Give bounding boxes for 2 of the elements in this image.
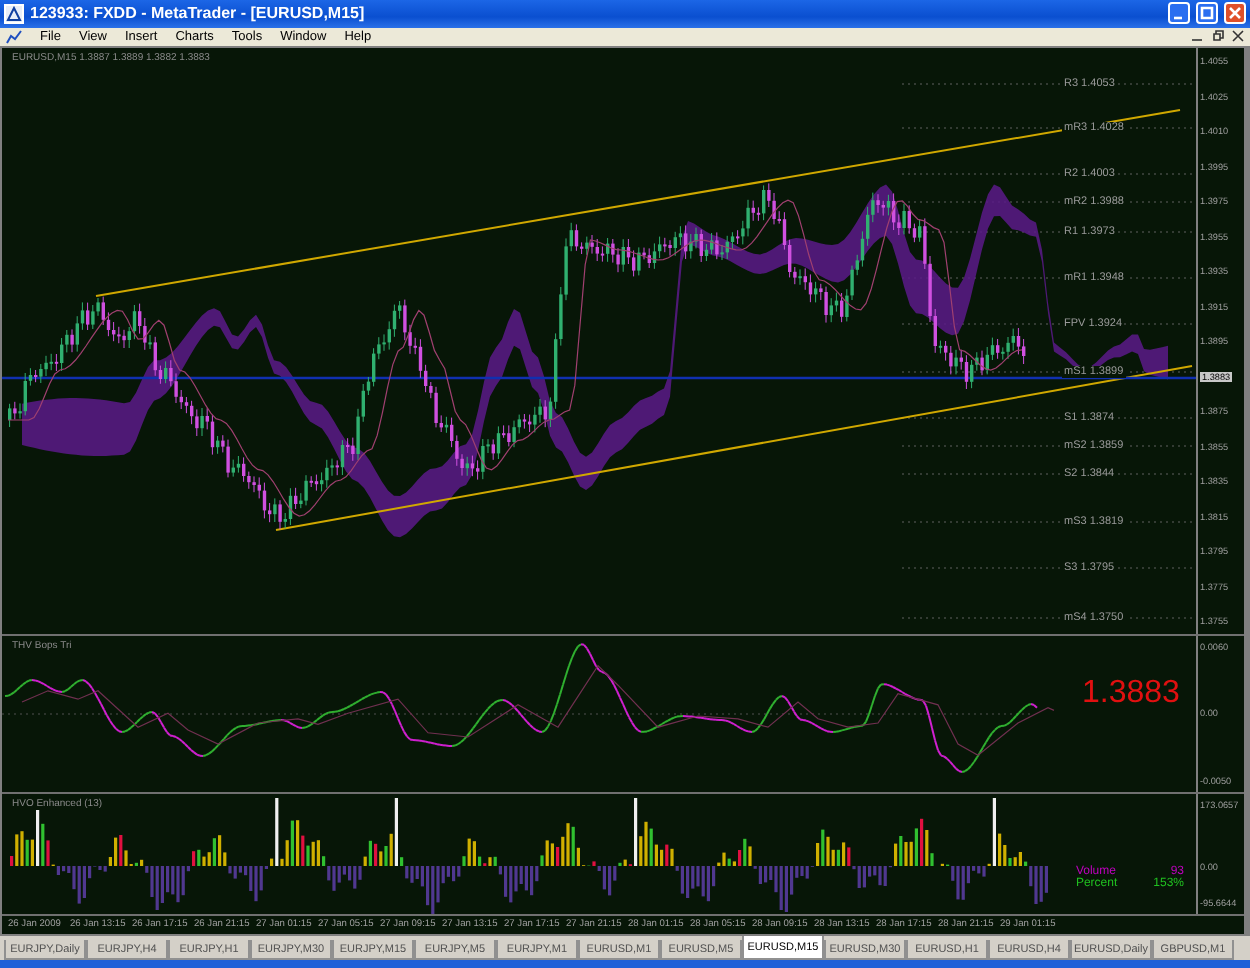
window-title: 123933: FXDD - MetaTrader - [EURUSD,M15] [30,4,367,23]
price-reading: 1.3883 [1082,676,1180,713]
